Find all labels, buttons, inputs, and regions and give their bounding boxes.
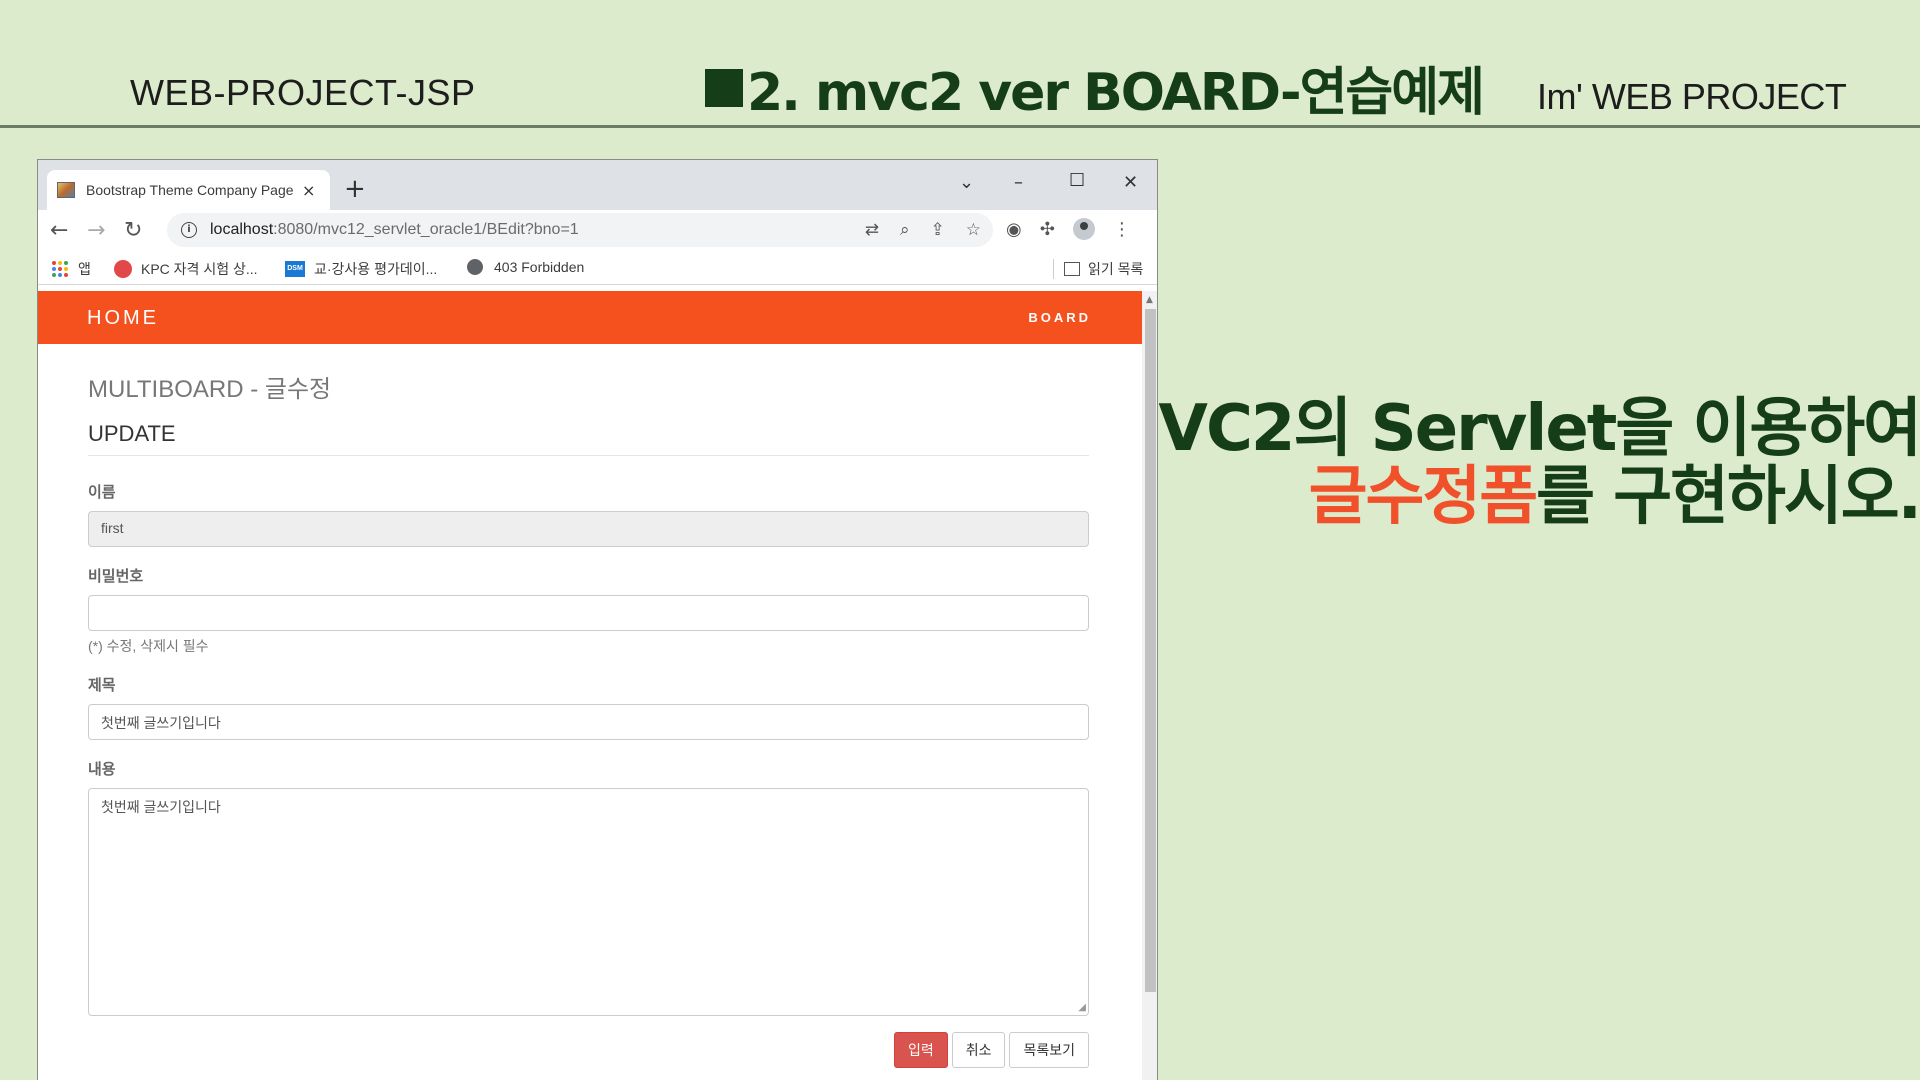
slide-left-title: WEB-PROJECT-JSP (130, 72, 476, 113)
nav-board-link[interactable]: BOARD (1028, 310, 1091, 325)
new-tab-button[interactable]: + (344, 174, 366, 204)
resize-grip-icon[interactable]: ◢ (1078, 1002, 1086, 1013)
bookmark-label: KPC 자격 시험 상... (141, 261, 258, 277)
list-button[interactable]: 목록보기 (1009, 1032, 1089, 1068)
scrollbar-thumb[interactable] (1145, 309, 1156, 992)
edit-form: MULTIBOARD - 글수정 UPDATE 이름 first 비밀번호 (*… (88, 344, 1089, 1068)
bookmark-dsm[interactable]: DSM 교·강사용 평가데이... (285, 259, 437, 279)
browser-toolbar: ← → ↻ i localhost:8080/mvc12_servlet_ora… (38, 210, 1157, 250)
minimize-icon[interactable]: – (1014, 172, 1023, 193)
name-label: 이름 (88, 484, 116, 501)
browser-tab[interactable]: Bootstrap Theme Company Page × (47, 170, 330, 210)
subject-label: 제목 (88, 677, 116, 694)
site-info-icon[interactable]: i (181, 222, 197, 238)
password-help: (*) 수정, 삭제시 필수 (88, 638, 209, 654)
extensions-area: ◉ ✣ ⋮ (1006, 218, 1131, 240)
tab-title: Bootstrap Theme Company Page (86, 182, 294, 198)
slide-center-title: 2. mvc2 ver BOARD-연습예제 (705, 50, 1485, 125)
slide-center-title-text: 2. mvc2 ver BOARD-연습예제 (747, 63, 1485, 123)
content-textarea[interactable]: 첫번째 글쓰기입니다 ◢ (88, 788, 1089, 1016)
content-text: 첫번째 글쓰기입니다 (101, 799, 221, 815)
reading-list[interactable]: 읽기 목록 (1053, 259, 1143, 279)
forward-icon[interactable]: → (87, 218, 105, 243)
site-navbar: HOME BOARD (38, 291, 1142, 344)
content-label: 내용 (88, 761, 116, 778)
back-icon[interactable]: ← (50, 218, 68, 243)
translate-icon[interactable]: ⇄ (865, 220, 879, 240)
maximize-icon[interactable]: ☐ (1069, 170, 1085, 191)
kpc-icon (114, 260, 132, 278)
tab-strip: Bootstrap Theme Company Page × + ⌄ – ☐ ✕ (38, 160, 1157, 210)
slide-right-title: Im' WEB PROJECT (1537, 76, 1847, 117)
form-buttons: 입력 취소 목록보기 (893, 1032, 1089, 1068)
url-text[interactable]: localhost:8080/mvc12_servlet_oracle1/BEd… (210, 221, 579, 239)
question-line-1-text: MVC2의 Servlet을 이용하여 (1096, 392, 1920, 466)
tab-search-icon[interactable]: ⌄ (959, 172, 974, 193)
page-title: MULTIBOARD - 글수정 (88, 376, 332, 403)
reading-list-label: 읽기 목록 (1088, 261, 1144, 277)
page-viewport: HOME BOARD ▲ MULTIBOARD - 글수정 UPDATE 이름 … (38, 291, 1157, 1080)
bookmark-star-icon[interactable]: ☆ (966, 220, 981, 240)
question-accent: 글수정폼 (1308, 460, 1539, 534)
share-icon[interactable]: ⇪ (931, 220, 945, 240)
bookmarks-bar: 앱 KPC 자격 시험 상... DSM 교·강사용 평가데이... 403 F… (38, 250, 1157, 285)
reload-icon[interactable]: ↻ (124, 218, 142, 243)
profile-avatar-icon[interactable] (1072, 218, 1095, 240)
url-path: :8080/mvc12_servlet_oracle1/BEdit?bno=1 (273, 221, 579, 238)
zoom-icon[interactable]: ⌕ (900, 220, 910, 240)
apps-grid-icon (52, 261, 68, 277)
page-scrollbar[interactable]: ▲ (1142, 291, 1157, 1080)
scroll-up-icon[interactable]: ▲ (1146, 295, 1153, 305)
browser-window: Bootstrap Theme Company Page × + ⌄ – ☐ ✕… (37, 159, 1158, 1080)
password-label: 비밀번호 (88, 568, 144, 585)
cancel-button[interactable]: 취소 (951, 1032, 1006, 1068)
address-bar[interactable]: i localhost:8080/mvc12_servlet_oracle1/B… (167, 213, 993, 247)
globe-icon (467, 259, 483, 275)
password-field[interactable] (88, 595, 1089, 631)
url-host: localhost (210, 221, 274, 238)
bookmark-apps[interactable]: 앱 (52, 259, 91, 279)
question-line-2-text: 를 구현하시오. (1536, 460, 1920, 534)
bookmark-label: 앱 (78, 261, 91, 277)
bookmark-403[interactable]: 403 Forbidden (467, 259, 584, 275)
header-divider (0, 125, 1920, 128)
submit-button[interactable]: 입력 (893, 1032, 948, 1068)
bookmark-label: 교·강사용 평가데이... (314, 261, 438, 277)
form-subtitle: UPDATE (88, 421, 1089, 456)
extension-globe-icon[interactable]: ◉ (1006, 219, 1022, 240)
favicon-icon (57, 182, 75, 198)
omnibox-actions: ⇄ ⌕ ⇪ ☆ (865, 220, 981, 240)
bookmark-label: 403 Forbidden (494, 259, 585, 275)
menu-kebab-icon[interactable]: ⋮ (1113, 219, 1131, 240)
nav-home-link[interactable]: HOME (87, 307, 159, 330)
dsm-icon: DSM (285, 261, 305, 277)
extensions-puzzle-icon[interactable]: ✣ (1040, 219, 1055, 240)
reading-list-icon (1064, 262, 1080, 276)
subject-field[interactable]: 첫번째 글쓰기입니다 (88, 704, 1089, 740)
close-window-icon[interactable]: ✕ (1123, 172, 1138, 193)
name-field[interactable]: first (88, 511, 1089, 547)
square-bullet-icon (705, 68, 743, 107)
tab-close-icon[interactable]: × (302, 181, 315, 200)
bookmark-kpc[interactable]: KPC 자격 시험 상... (114, 259, 258, 279)
